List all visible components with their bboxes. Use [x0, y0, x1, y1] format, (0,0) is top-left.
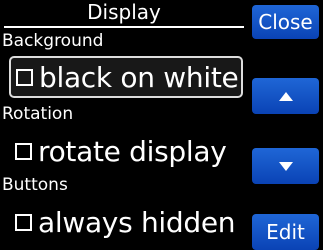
close-button[interactable]: Close — [252, 5, 319, 39]
option-label: always hidden — [38, 205, 236, 239]
section-label-background: Background — [2, 31, 104, 51]
arrow-down-icon — [278, 161, 293, 171]
page-title: Display — [87, 0, 161, 24]
option-rotate-display[interactable]: rotate display — [9, 130, 243, 172]
section-label-rotation: Rotation — [2, 104, 74, 124]
arrow-up-icon — [278, 91, 293, 101]
edit-button[interactable]: Edit — [252, 214, 319, 250]
settings-panel: Display Background black on white Rotati… — [0, 0, 248, 246]
option-always-hidden[interactable]: always hidden — [9, 201, 243, 243]
checkbox-icon[interactable] — [15, 213, 32, 231]
checkbox-icon[interactable] — [15, 142, 32, 160]
scroll-up-button[interactable] — [252, 78, 319, 114]
checkbox-icon[interactable] — [16, 68, 33, 86]
scroll-down-button[interactable] — [252, 148, 319, 184]
option-label: rotate display — [38, 134, 227, 168]
title-divider — [4, 26, 244, 28]
option-black-on-white[interactable]: black on white — [9, 56, 243, 98]
section-label-buttons: Buttons — [2, 175, 68, 195]
option-label: black on white — [39, 60, 239, 94]
